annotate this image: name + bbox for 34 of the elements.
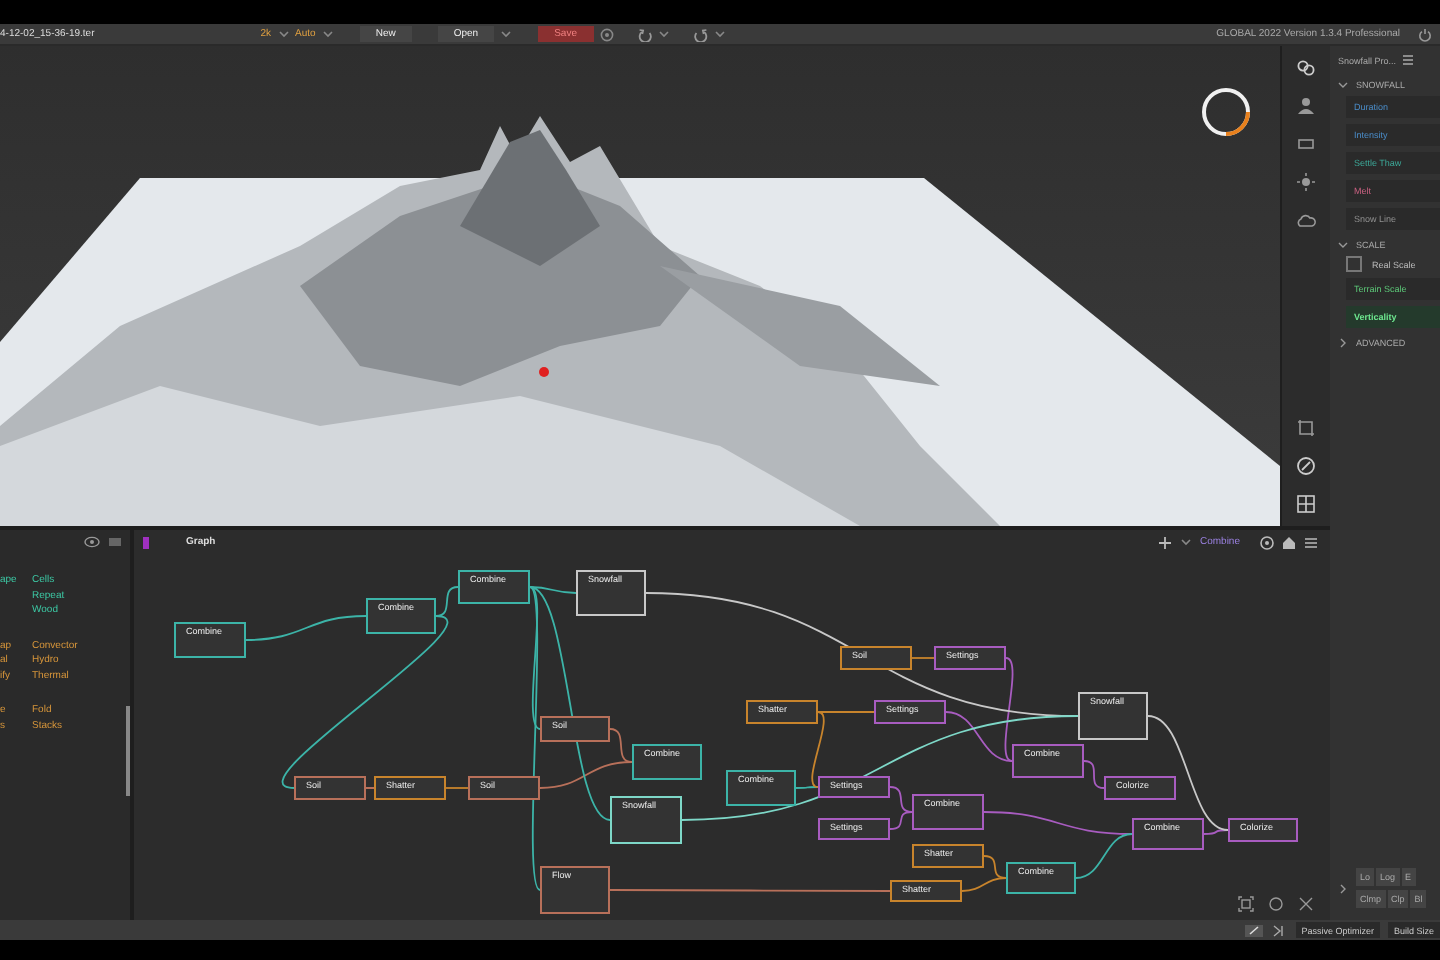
pencil-icon[interactable] — [1243, 923, 1264, 937]
sun-icon[interactable] — [1296, 172, 1316, 192]
caret-icon[interactable] — [277, 28, 290, 40]
cloud-icon[interactable] — [1296, 210, 1316, 230]
compass-icon[interactable] — [1296, 456, 1316, 476]
caret-down-icon[interactable] — [1338, 240, 1348, 250]
connector-wire — [1083, 760, 1105, 789]
progress-ring-icon — [1202, 88, 1250, 136]
undo-icon[interactable] — [637, 27, 651, 41]
eye-icon[interactable] — [84, 536, 100, 548]
marker-dot — [539, 367, 549, 377]
caret-icon[interactable] — [657, 28, 669, 40]
bookmark-icon[interactable] — [142, 535, 150, 549]
settings-icon[interactable] — [599, 27, 613, 41]
caret-icon[interactable] — [713, 28, 725, 40]
menu-icon[interactable] — [1402, 54, 1415, 66]
fit-view-icon[interactable] — [1238, 896, 1254, 912]
grid-icon[interactable] — [1296, 494, 1316, 514]
caret-right-icon[interactable] — [1338, 338, 1348, 348]
caret-right-icon[interactable] — [1338, 883, 1348, 893]
target-icon[interactable] — [1260, 535, 1274, 549]
caret-icon[interactable] — [1179, 536, 1192, 548]
person-icon[interactable] — [1296, 96, 1316, 116]
power-icon[interactable] — [1418, 27, 1432, 41]
caret-icon[interactable] — [500, 28, 513, 40]
home-icon[interactable] — [1282, 535, 1296, 549]
plus-icon[interactable] — [1157, 535, 1172, 549]
caret-icon[interactable] — [321, 28, 334, 40]
caret-down-icon[interactable] — [1338, 80, 1348, 90]
crop-icon[interactable] — [1296, 418, 1316, 438]
link-icon[interactable] — [1296, 58, 1316, 78]
menu-icon[interactable] — [1304, 535, 1318, 549]
checkbox[interactable] — [1346, 256, 1362, 272]
redo-icon[interactable] — [693, 27, 707, 41]
